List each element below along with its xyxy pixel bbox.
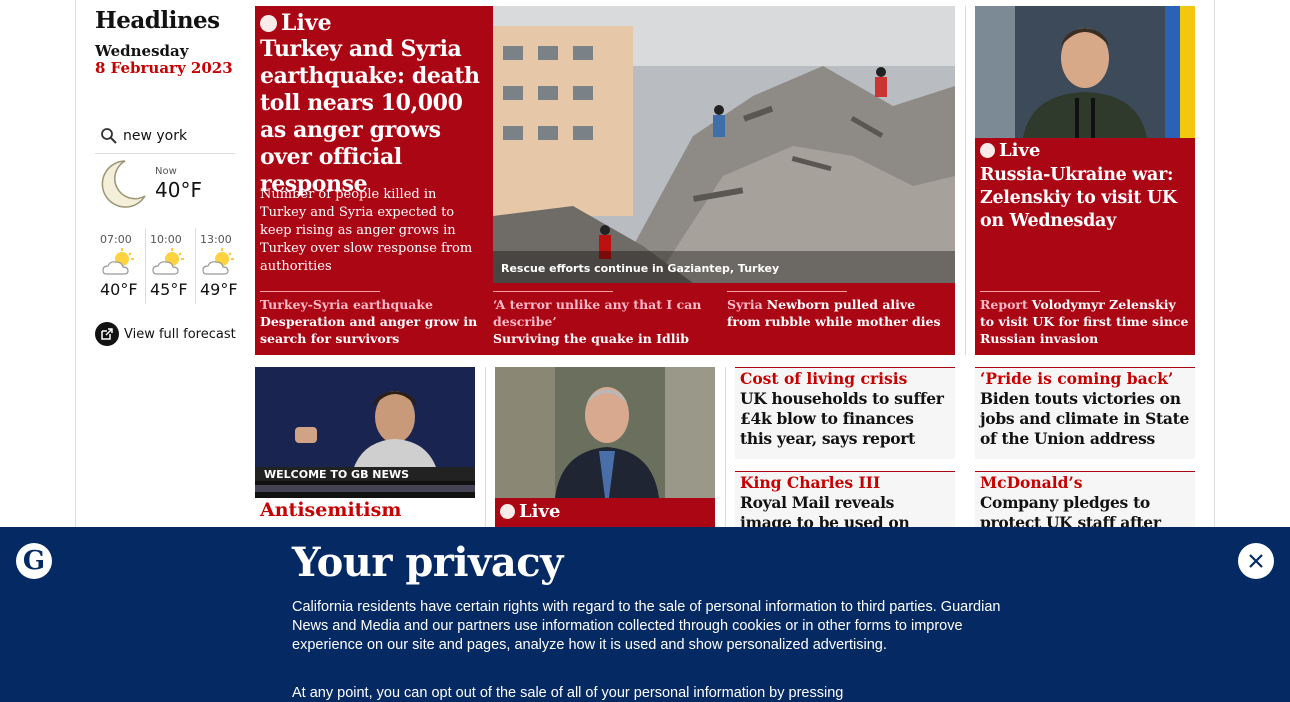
sublink[interactable]: Syria Newborn pulled alive from rubble w… — [727, 291, 949, 330]
forecast-temp: 49°F — [200, 280, 238, 299]
forecast-temp: 40°F — [100, 280, 138, 299]
ukraine-headline[interactable]: Russia-Ukraine war: Zelenskiy to visit U… — [980, 164, 1192, 233]
divider — [980, 291, 1100, 292]
guardian-logo-icon: G — [16, 543, 52, 579]
location-input[interactable]: new york — [123, 128, 187, 144]
live-badge: Live — [980, 140, 1040, 161]
partly-cloudy-icon — [200, 248, 245, 278]
sublink-kicker: Report — [980, 297, 1028, 312]
story-kicker: ‘Pride is coming back’ — [980, 369, 1174, 388]
divider — [260, 291, 380, 292]
forecast-time: 10:00 — [150, 233, 182, 246]
top-story-headline[interactable]: Turkey and Syria earthquake: death toll … — [260, 36, 488, 198]
sublink[interactable]: Report Volodymyr Zelenskiy to visit UK f… — [980, 291, 1192, 347]
headlines-sidebar: Headlines Wednesday 8 February 2023 — [95, 6, 235, 76]
date: 8 February 2023 — [95, 59, 233, 77]
weather-location-search[interactable]: new york — [95, 118, 235, 154]
weather-now: Now 40°F — [95, 158, 235, 224]
close-icon — [1249, 554, 1263, 568]
view-full-forecast-link[interactable]: View full forecast — [95, 322, 236, 346]
full-forecast-label: View full forecast — [124, 326, 236, 342]
sublink[interactable]: ‘A terror unlike any that I can describe… — [493, 291, 715, 347]
sublink-kicker: Turkey-Syria earthquake — [260, 297, 434, 312]
sublink-text: Surviving the quake in Idlib — [493, 331, 689, 346]
close-button[interactable] — [1238, 543, 1274, 579]
live-story-card[interactable]: Live — [495, 367, 715, 528]
mini-story-card[interactable]: McDonald’s Company pledges to protect UK… — [975, 471, 1195, 552]
column-divider — [965, 6, 966, 355]
sublink-kicker: ‘A terror unlike any that I can describe… — [493, 297, 702, 329]
forecast-time: 07:00 — [100, 233, 132, 246]
section-title: Headlines — [95, 7, 220, 34]
privacy-body: California residents have certain rights… — [292, 599, 1001, 653]
sublink-text: Desperation and anger grow in search for… — [260, 314, 478, 346]
live-label: Live — [281, 10, 332, 36]
divider — [727, 291, 847, 292]
column-divider — [485, 367, 486, 527]
sublink[interactable]: Turkey-Syria earthquake Desperation and … — [260, 291, 480, 347]
privacy-banner: G Your privacy California residents have… — [0, 527, 1290, 702]
now-label: Now — [155, 166, 177, 177]
forecast-slot: 10:00 45°F — [145, 228, 195, 304]
weekday: Wednesday — [95, 42, 189, 60]
privacy-body-continued: At any point, you can opt out of the sal… — [292, 685, 844, 701]
live-dot-icon — [260, 14, 277, 32]
top-story-card[interactable]: Live Turkey and Syria earthquake: death … — [255, 6, 955, 355]
story-kicker: Antisemitism — [260, 499, 402, 521]
divider — [493, 291, 613, 292]
mini-story-card[interactable]: ‘Pride is coming back’ Biden touts victo… — [975, 367, 1195, 459]
antisemitism-story-card[interactable]: WELCOME TO GB NEWS Antisemitism — [255, 367, 475, 527]
live-badge: Live — [260, 10, 332, 36]
live-dot-icon — [980, 143, 995, 158]
ukraine-story-card[interactable]: Live Russia-Ukraine war: Zelenskiy to vi… — [975, 6, 1195, 355]
moon-icon — [95, 158, 147, 214]
now-temperature: 40°F — [155, 178, 202, 202]
forecast-time: 13:00 — [200, 233, 232, 246]
top-story-standfirst: Number of people killed in Turkey and Sy… — [260, 187, 473, 274]
hourly-forecast: 07:00 40°F 10:00 45°F 13:00 49°F — [95, 228, 245, 304]
story-headline[interactable]: UK households to suffer £4k blow to fina… — [740, 389, 950, 449]
story-kicker: King Charles III — [740, 473, 881, 492]
column-divider — [725, 367, 726, 527]
image-caption: Rescue efforts continue in Gaziantep, Tu… — [501, 262, 780, 275]
partly-cloudy-icon — [100, 248, 145, 278]
forecast-temp: 45°F — [150, 280, 188, 299]
partly-cloudy-icon — [150, 248, 195, 278]
forecast-slot: 13:00 49°F — [195, 228, 245, 304]
gb-news-image[interactable]: WELCOME TO GB NEWS — [255, 367, 475, 498]
live-badge: Live — [500, 501, 560, 522]
mini-story-card[interactable]: Cost of living crisis UK households to s… — [735, 367, 955, 459]
politician-image[interactable] — [495, 367, 715, 498]
mini-story-card[interactable]: King Charles III Royal Mail reveals imag… — [735, 471, 955, 552]
zelenskiy-image[interactable] — [975, 6, 1195, 138]
external-link-icon — [95, 322, 119, 346]
earthquake-rubble-image[interactable]: Rescue efforts continue in Gaziantep, Tu… — [493, 6, 955, 283]
story-kicker: McDonald’s — [980, 473, 1083, 492]
story-kicker: Cost of living crisis — [740, 369, 908, 388]
tv-banner-text: WELCOME TO GB NEWS — [264, 468, 410, 481]
sublink-kicker: Syria — [727, 297, 763, 312]
live-dot-icon — [500, 504, 515, 519]
privacy-title: Your privacy — [292, 539, 563, 586]
search-icon — [95, 122, 123, 150]
story-headline[interactable]: Biden touts victories on jobs and climat… — [980, 389, 1190, 449]
live-label: Live — [999, 140, 1041, 161]
live-label: Live — [519, 501, 561, 522]
forecast-slot: 07:00 40°F — [95, 228, 145, 304]
logo-letter: G — [22, 546, 46, 576]
